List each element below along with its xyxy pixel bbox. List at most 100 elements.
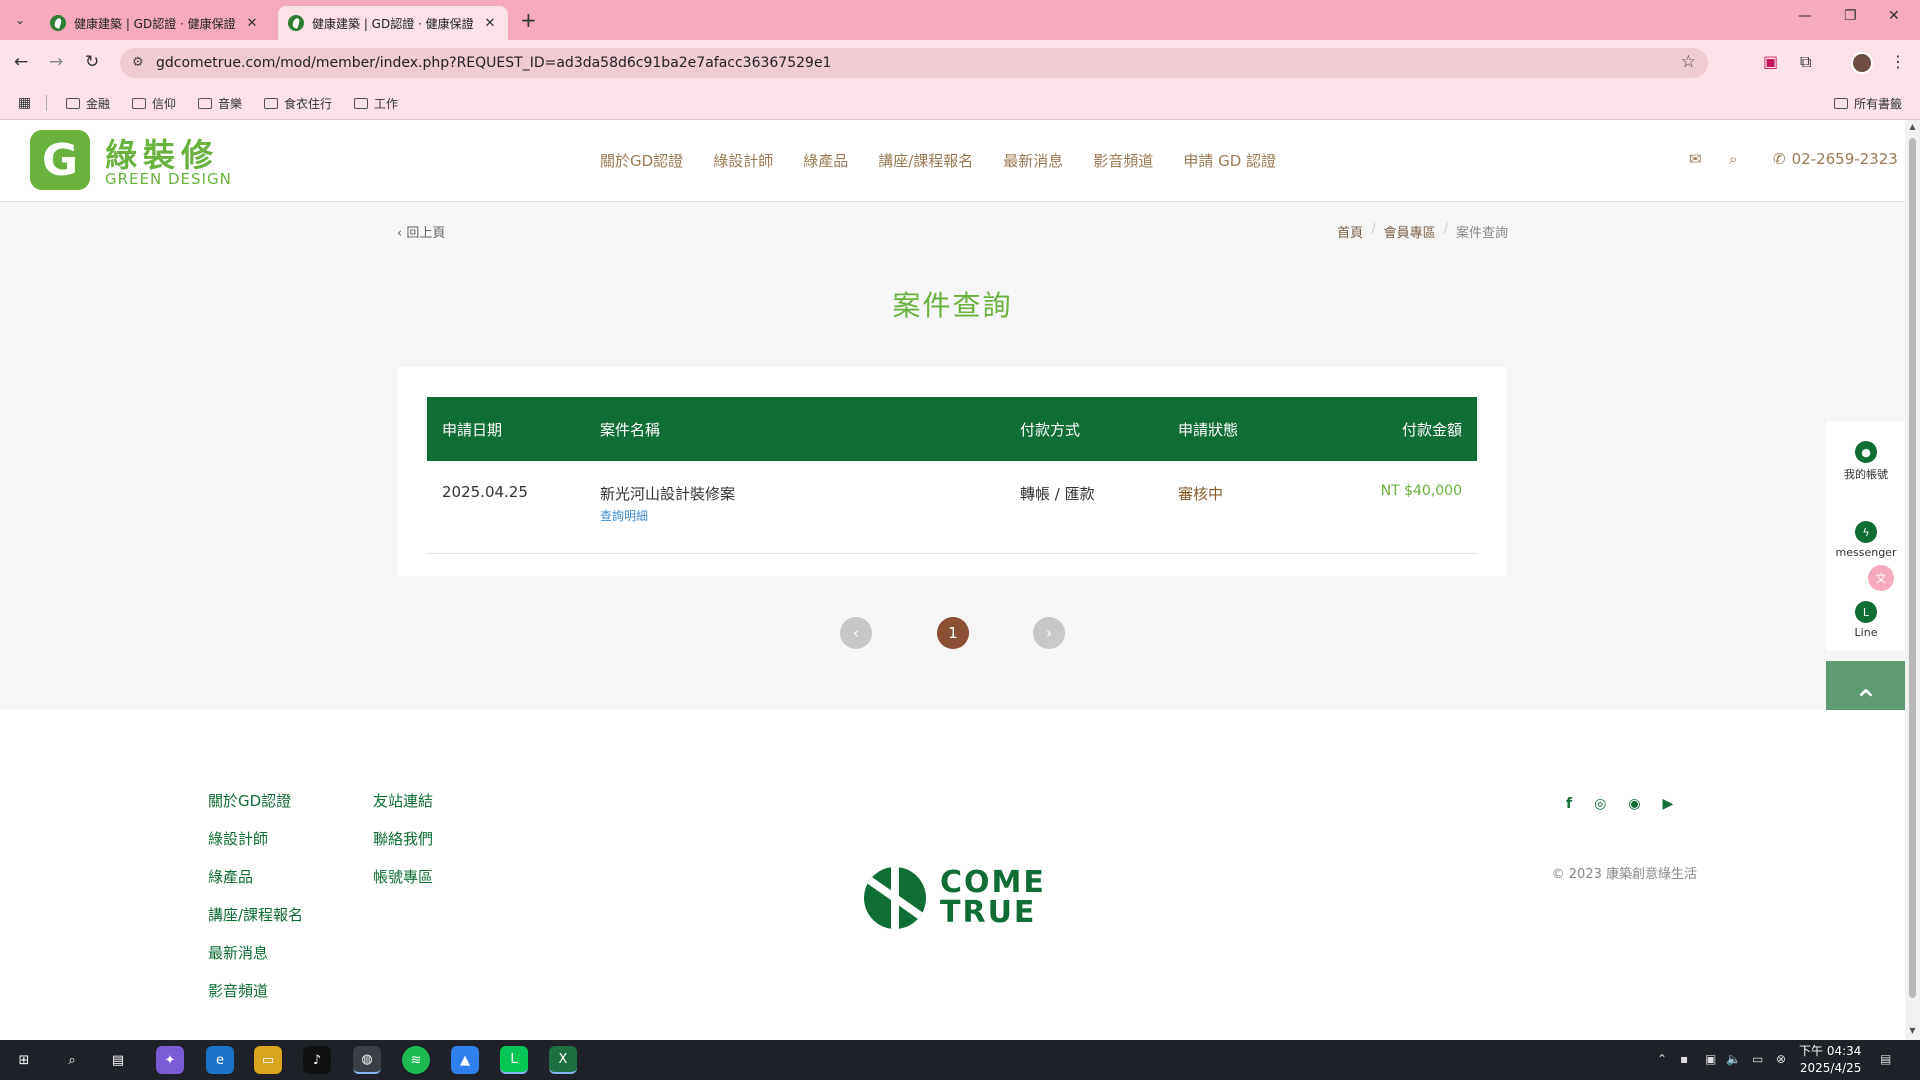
row-date: 2025.04.25 xyxy=(442,483,528,501)
chrome-icon[interactable]: ◍ xyxy=(353,1046,381,1074)
footer-link[interactable]: 聯絡我們 xyxy=(373,828,433,849)
menu-kebab-icon[interactable]: ⋮ xyxy=(1890,52,1906,71)
my-account-button[interactable]: ● 我的帳號 xyxy=(1826,441,1906,482)
bookmark-label: 金融 xyxy=(86,97,111,111)
tray-app-icon[interactable]: ▪ xyxy=(1680,1052,1688,1066)
address-bar[interactable]: ⚙ gdcometrue.com/mod/member/index.php?RE… xyxy=(120,48,1708,78)
nav-videos[interactable]: 影音頻道 xyxy=(1093,150,1153,171)
restore-icon[interactable]: ❐ xyxy=(1844,8,1857,24)
breadcrumb-separator: / xyxy=(1443,222,1448,237)
new-tab-icon[interactable]: + xyxy=(520,8,537,32)
pagination-prev-icon[interactable]: ‹ xyxy=(840,617,872,649)
tab-close-icon[interactable]: ✕ xyxy=(244,16,260,31)
scroll-up-icon[interactable]: ▲ xyxy=(1905,122,1920,131)
brand-line-1: COME xyxy=(940,865,1046,900)
translate-float-icon[interactable]: 文 xyxy=(1868,565,1894,591)
footer-link[interactable]: 綠產品 xyxy=(208,866,303,887)
tray-display-icon[interactable]: ▣ xyxy=(1705,1052,1716,1066)
bookmark-folder[interactable]: 工作 xyxy=(354,95,398,112)
translate-extension-icon[interactable]: ▣ xyxy=(1763,52,1778,71)
tray-chevron-icon[interactable]: ⌃ xyxy=(1657,1052,1667,1066)
apps-grid-icon[interactable]: ▦ xyxy=(18,95,31,111)
excel-icon[interactable]: X xyxy=(549,1046,577,1074)
file-explorer-icon[interactable]: ▭ xyxy=(254,1046,282,1074)
green-design-logo-icon[interactable]: G xyxy=(30,130,90,190)
tiktok-icon[interactable]: ♪ xyxy=(303,1046,331,1074)
footer-link[interactable]: 綠設計師 xyxy=(208,828,303,849)
logo-english[interactable]: GREEN DESIGN xyxy=(105,170,232,188)
bookmark-star-icon[interactable]: ☆ xyxy=(1681,52,1696,72)
tab-close-icon[interactable]: ✕ xyxy=(482,16,498,31)
line-social-icon[interactable]: ◉ xyxy=(1628,796,1640,812)
photos-icon[interactable]: ▲ xyxy=(451,1046,479,1074)
nav-apply-gd[interactable]: 申請 GD 認證 xyxy=(1183,150,1276,171)
line-app-icon[interactable]: L xyxy=(500,1046,528,1074)
header-amount: 付款金額 xyxy=(1401,421,1462,439)
back-label: 回上頁 xyxy=(406,226,446,241)
task-view-icon[interactable]: ▤ xyxy=(104,1046,132,1074)
bookmark-label: 食衣住行 xyxy=(284,97,333,111)
nav-courses[interactable]: 講座/課程報名 xyxy=(878,150,973,171)
scroll-thumb[interactable] xyxy=(1909,138,1916,998)
header-status: 申請狀態 xyxy=(1178,421,1239,439)
site-info-icon[interactable]: ⚙ xyxy=(132,55,144,70)
back-arrow-icon[interactable]: ← xyxy=(14,52,28,72)
row-status: 審核中 xyxy=(1178,485,1224,503)
tab-search-icon[interactable]: ⌄ xyxy=(8,8,32,32)
messenger-button[interactable]: ϟ messenger xyxy=(1826,521,1906,559)
copilot-icon[interactable]: ✦ xyxy=(156,1046,184,1074)
messenger-icon: ϟ xyxy=(1855,521,1877,543)
footer-link[interactable]: 影音頻道 xyxy=(208,980,303,1001)
copyright-text: © 2023 康築創意綠生活 xyxy=(1551,867,1697,882)
footer-link[interactable]: 最新消息 xyxy=(208,942,303,963)
reload-icon[interactable]: ↻ xyxy=(85,52,99,72)
footer-link[interactable]: 帳號專區 xyxy=(373,866,433,887)
bookmark-folder[interactable]: 金融 xyxy=(66,95,110,112)
phone-link[interactable]: ✆ 02-2659-2323 xyxy=(1773,150,1898,168)
taskbar-clock[interactable]: 下午 04:34 2025/4/25 xyxy=(1799,1043,1861,1077)
browser-tab-1[interactable]: 健康建築 | GD認證 · 健康保證 ✕ xyxy=(40,6,270,40)
footer-link[interactable]: 講座/課程報名 xyxy=(208,904,303,925)
breadcrumb-member[interactable]: 會員專區 xyxy=(1384,222,1436,241)
nav-news[interactable]: 最新消息 xyxy=(1003,150,1063,171)
bookmark-folder[interactable]: 信仰 xyxy=(132,95,176,112)
pagination-next-icon[interactable]: › xyxy=(1033,617,1065,649)
instagram-icon[interactable]: ◎ xyxy=(1594,796,1606,812)
view-detail-link[interactable]: 查詢明細 xyxy=(600,507,648,524)
youtube-icon[interactable]: ▶ xyxy=(1663,796,1674,812)
bookmark-folder[interactable]: 音樂 xyxy=(198,95,242,112)
back-link[interactable]: ‹ 回上頁 xyxy=(397,222,445,241)
notification-icon[interactable]: ▤ xyxy=(1880,1052,1891,1066)
network-icon[interactable]: ▭ xyxy=(1752,1052,1763,1066)
windows-start-icon[interactable]: ⊞ xyxy=(10,1046,38,1074)
page-scrollbar[interactable]: ▲ ▼ xyxy=(1905,120,1920,1040)
breadcrumb-home[interactable]: 首頁 xyxy=(1337,222,1363,241)
footer-link[interactable]: 關於GD認證 xyxy=(208,790,303,811)
profile-avatar[interactable] xyxy=(1851,52,1873,74)
bookmark-folder[interactable]: 食衣住行 xyxy=(264,95,332,112)
taskbar-search-icon[interactable]: ⌕ xyxy=(58,1046,86,1074)
line-button[interactable]: L Line xyxy=(1826,601,1906,639)
header-date: 申請日期 xyxy=(442,421,503,439)
extensions-icon[interactable]: ⧉ xyxy=(1800,52,1811,72)
minimize-icon[interactable]: — xyxy=(1798,8,1812,24)
search-icon[interactable]: ⌕ xyxy=(1729,150,1737,168)
all-bookmarks[interactable]: 所有書籤 xyxy=(1834,95,1902,112)
edge-icon[interactable]: e xyxy=(206,1046,234,1074)
mail-icon[interactable]: ✉ xyxy=(1689,150,1702,168)
page-title: 案件查詢 xyxy=(892,289,1013,322)
facebook-icon[interactable]: f xyxy=(1566,796,1572,812)
browser-tab-2[interactable]: 健康建築 | GD認證 · 健康保證 ✕ xyxy=(278,6,508,40)
footer-link[interactable]: 友站連結 xyxy=(373,790,433,811)
spotify-icon[interactable]: ≋ xyxy=(402,1046,430,1074)
nav-about-gd[interactable]: 關於GD認證 xyxy=(600,150,683,171)
tray-status-icon[interactable]: ⊗ xyxy=(1776,1052,1786,1066)
nav-green-products[interactable]: 綠產品 xyxy=(803,150,848,171)
nav-green-designers[interactable]: 綠設計師 xyxy=(713,150,773,171)
pagination-current[interactable]: 1 xyxy=(937,617,969,649)
forward-arrow-icon[interactable]: → xyxy=(49,52,63,72)
window-close-icon[interactable]: ✕ xyxy=(1888,8,1900,24)
come-true-logo-icon xyxy=(864,867,926,929)
scroll-down-icon[interactable]: ▼ xyxy=(1905,1026,1920,1035)
volume-icon[interactable]: 🔈 xyxy=(1726,1052,1741,1066)
